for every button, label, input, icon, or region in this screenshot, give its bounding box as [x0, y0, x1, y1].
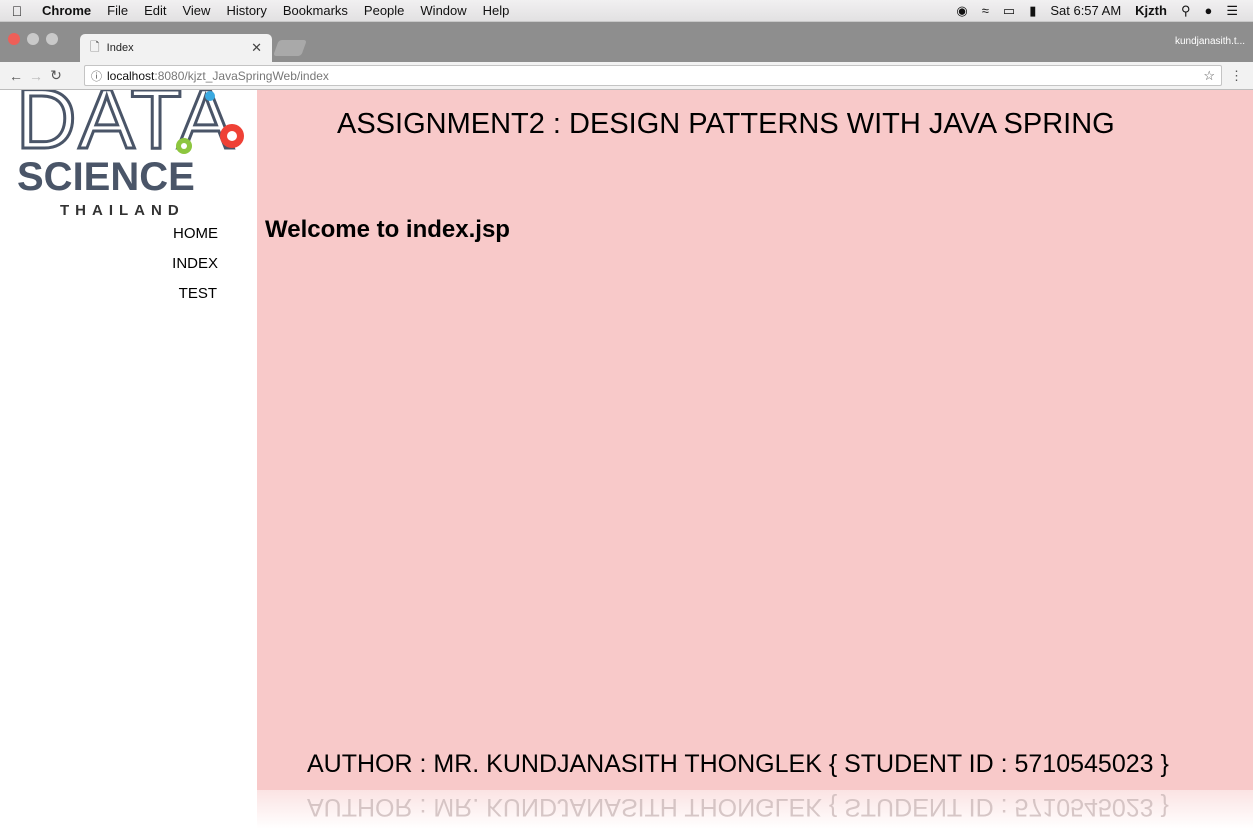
close-tab-icon[interactable]: ✕ [251, 40, 262, 56]
url-path: :8080/kjzt_JavaSpringWeb/index [154, 68, 329, 83]
creative-cloud-icon[interactable]: ◉ [949, 3, 974, 19]
menu-help[interactable]: Help [475, 3, 518, 18]
page-icon: 🗋 [90, 39, 100, 54]
battery-icon[interactable]: ▮ [1022, 3, 1043, 19]
new-tab-button[interactable] [273, 40, 307, 56]
menu-window[interactable]: Window [412, 3, 474, 18]
spotlight-icon[interactable]: ⚲ [1174, 3, 1198, 19]
airplay-icon[interactable]: ▭ [996, 3, 1022, 19]
menu-file[interactable]: File [99, 3, 136, 18]
svg-text:THAILAND: THAILAND [60, 202, 185, 219]
clock[interactable]: Sat 6:57 AM [1043, 3, 1128, 18]
author-footer: AUTHOR : MR. KUNDJANASITH THONGLEK { STU… [307, 750, 1169, 778]
zoom-window-button[interactable] [46, 33, 58, 45]
menu-view[interactable]: View [174, 3, 218, 18]
menu-history[interactable]: History [218, 3, 274, 18]
welcome-heading: Welcome to index.jsp [265, 216, 510, 243]
user-name[interactable]: Kjzth [1128, 3, 1174, 18]
menu-chrome[interactable]: Chrome [34, 3, 99, 18]
apple-icon[interactable]:  [0, 3, 34, 19]
tab-index[interactable]: 🗋 Index ✕ [80, 34, 272, 62]
window-controls [8, 33, 58, 45]
side-nav: HOME INDEX TEST [172, 224, 218, 314]
menu-people[interactable]: People [356, 3, 412, 18]
minimize-window-button[interactable] [27, 33, 39, 45]
author-footer-reflection: AUTHOR : MR. KUNDJANASITH THONGLEK { STU… [307, 793, 1169, 821]
menu-bookmarks[interactable]: Bookmarks [275, 3, 356, 18]
reload-icon[interactable]: ↻ [46, 67, 66, 84]
siri-icon[interactable]: ● [1197, 3, 1219, 18]
sidebar: DATA SCIENCE THAILAND HOME INDEX TEST [0, 90, 257, 790]
tab-strip: 🗋 Index ✕ kundjanasith.t... [0, 22, 1253, 62]
nav-test-link[interactable]: TEST [172, 284, 218, 314]
forward-arrow-icon[interactable]: → [26, 68, 46, 84]
url-host: localhost [107, 68, 155, 83]
profile-name[interactable]: kundjanasith.t... [1175, 36, 1245, 47]
system-menubar:  Chrome File Edit View History Bookmark… [0, 0, 1253, 22]
data-science-thailand-logo: DATA SCIENCE THAILAND [0, 90, 257, 222]
info-icon[interactable]: ⓘ [91, 68, 102, 84]
wifi-icon[interactable]: ≈ [975, 3, 996, 18]
svg-text:SCIENCE: SCIENCE [17, 155, 195, 199]
nav-home-link[interactable]: HOME [172, 224, 218, 254]
nav-index-link[interactable]: INDEX [172, 254, 218, 284]
tab-title: Index [106, 42, 134, 54]
notification-center-icon[interactable]: ☰ [1219, 3, 1245, 19]
back-arrow-icon[interactable]: ← [6, 68, 26, 84]
browser-toolbar: ← → ↻ ⓘ localhost :8080/kjzt_JavaSpringW… [0, 62, 1253, 90]
main-content: ASSIGNMENT2 : DESIGN PATTERNS WITH JAVA … [257, 90, 1253, 790]
menu-edit[interactable]: Edit [136, 3, 174, 18]
close-window-button[interactable] [8, 33, 20, 45]
address-bar[interactable]: ⓘ localhost :8080/kjzt_JavaSpringWeb/ind… [84, 65, 1222, 86]
chrome-menu-icon[interactable]: ⋮ [1230, 68, 1243, 84]
status-area: ◉ ≈ ▭ ▮ Sat 6:57 AM Kjzth ⚲ ● ☰ [949, 3, 1253, 19]
page-title: ASSIGNMENT2 : DESIGN PATTERNS WITH JAVA … [337, 108, 1115, 140]
bookmark-star-icon[interactable]: ☆ [1203, 68, 1215, 84]
